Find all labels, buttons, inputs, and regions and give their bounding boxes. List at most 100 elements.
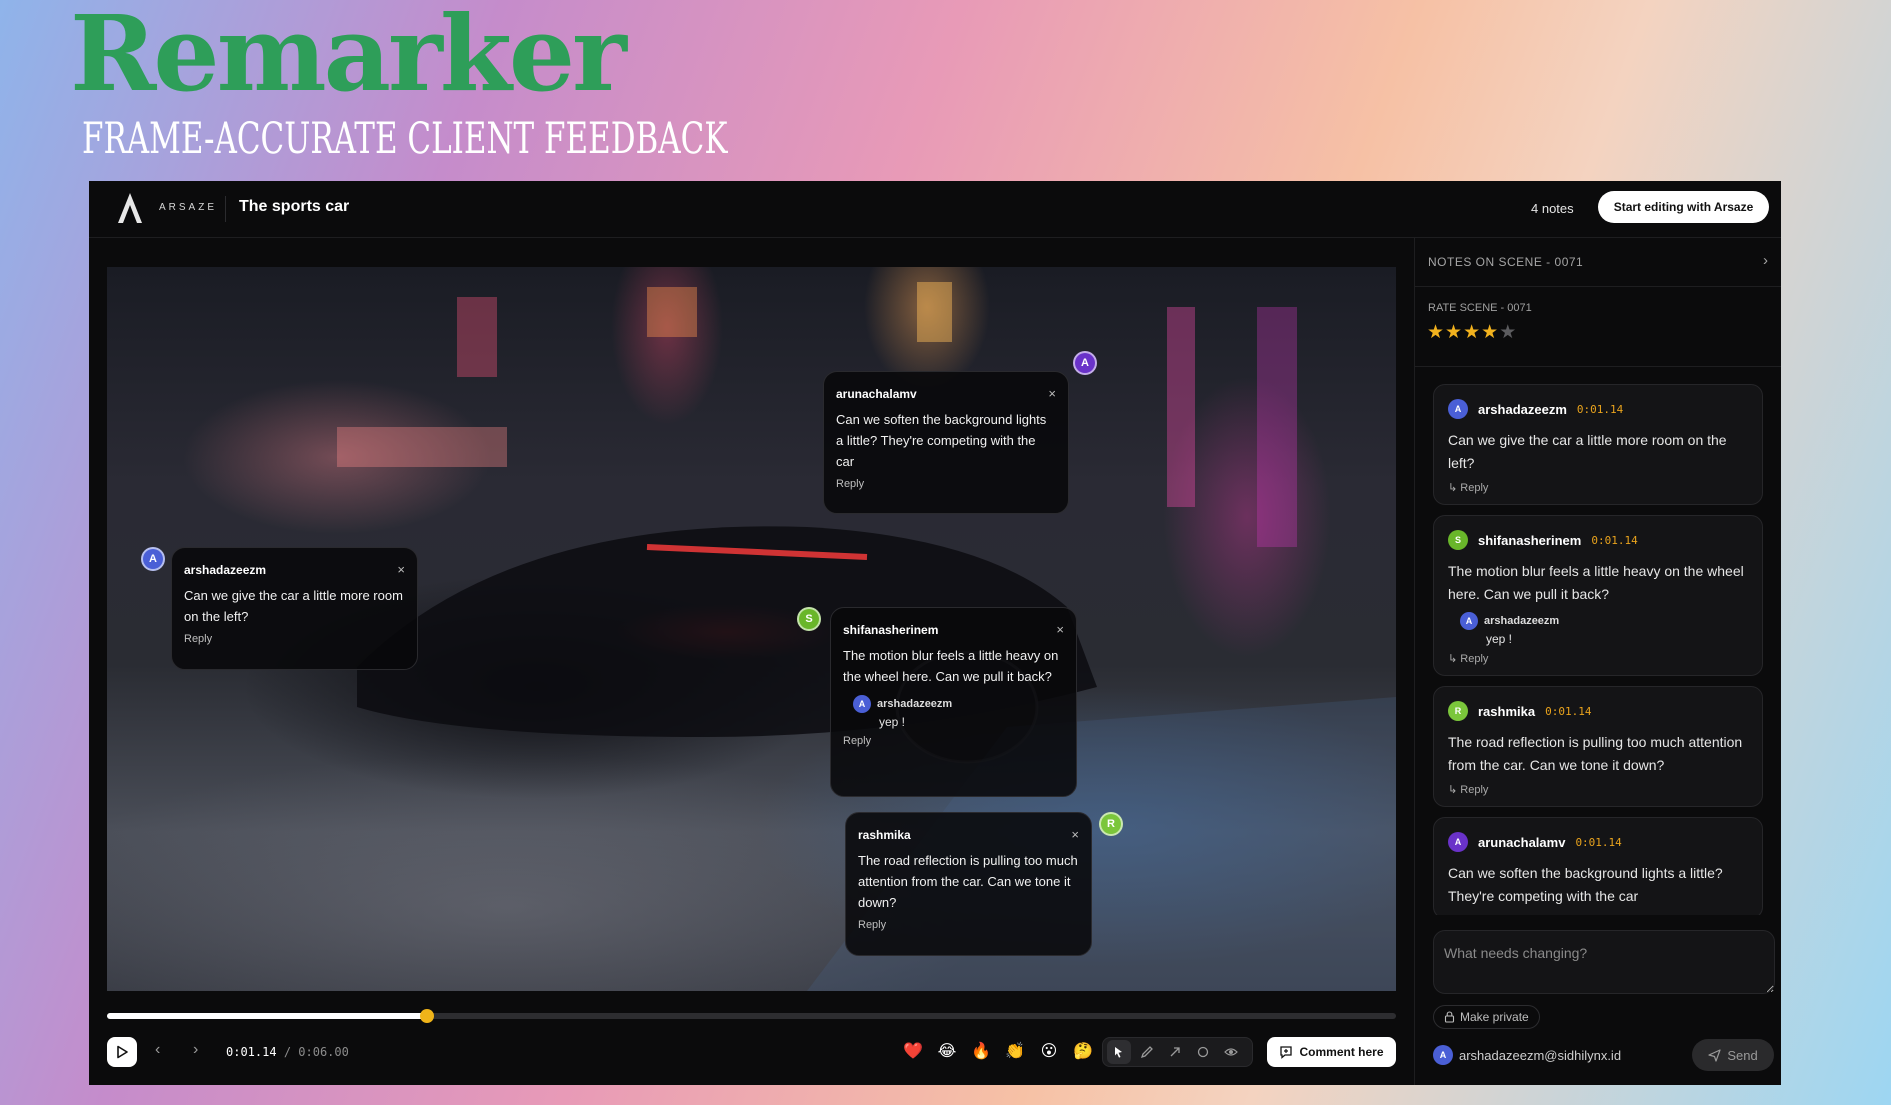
comment-pin-arshadazeezm[interactable]: A [141, 547, 165, 571]
star-icon[interactable]: ★ [1481, 321, 1498, 344]
note-author: rashmika [1478, 703, 1536, 719]
heart-emoji-button[interactable]: ❤️ [901, 1039, 925, 1063]
reply-link[interactable]: Reply [843, 735, 1064, 747]
comment-pin-arunachalamv[interactable]: A [1073, 351, 1097, 375]
note-input[interactable] [1434, 931, 1774, 993]
notes-list: A arshadazeezm 0:01.14 Can we give the c… [1433, 384, 1763, 915]
make-private-toggle[interactable]: Make private [1433, 1005, 1540, 1029]
avatar: A [1460, 612, 1478, 630]
star-icon[interactable]: ★ [1445, 321, 1462, 344]
timeline-progress [107, 1013, 427, 1019]
reply-link[interactable]: ↳ Reply [1448, 481, 1748, 494]
overlay-comment-arunachalamv[interactable]: arunachalamv × Can we soften the backgro… [823, 371, 1069, 514]
divider [1415, 366, 1781, 367]
comment-here-label: Comment here [1299, 1045, 1384, 1059]
note-timestamp[interactable]: 0:01.14 [1545, 705, 1591, 718]
player-controls: ‹ › 0:01.14 / 0:06.00 ❤️ 😂 🔥 👏 😮 🤔 Comme… [89, 991, 1396, 1085]
rate-scene-label: RATE SCENE - 0071 [1428, 302, 1532, 314]
project-title: The sports car [239, 198, 350, 215]
current-user: A arshadazeezm@sidhilynx.id [1433, 1045, 1621, 1065]
laugh-emoji-button[interactable]: 😂 [935, 1039, 959, 1063]
close-icon[interactable]: × [1048, 386, 1056, 401]
start-editing-button[interactable]: Start editing with Arsaze [1598, 191, 1769, 223]
comment-text: Can we soften the background lights a li… [836, 412, 1047, 469]
comment-thread-reply: A arshadazeezm yep ! [853, 695, 1064, 729]
circle-tool-icon[interactable] [1191, 1040, 1215, 1064]
reply-link[interactable]: ↳ Reply [1448, 783, 1748, 796]
comment-pin-shifanasherinem[interactable]: S [797, 607, 821, 631]
close-icon[interactable]: × [397, 562, 405, 577]
time-separator: / [283, 1045, 292, 1059]
note-card[interactable]: A arunachalamv 0:01.14 Can we soften the… [1433, 817, 1763, 915]
comment-pin-rashmika[interactable]: R [1099, 812, 1123, 836]
note-text: The road reflection is pulling too much … [1448, 734, 1743, 773]
annotation-tools [1102, 1037, 1253, 1067]
play-button[interactable] [107, 1037, 137, 1067]
star-icon[interactable]: ★ [1463, 321, 1480, 344]
chevron-right-icon[interactable]: › [1763, 252, 1768, 269]
note-timestamp[interactable]: 0:01.14 [1575, 836, 1621, 849]
reply-link[interactable]: Reply [184, 633, 405, 645]
note-card[interactable]: R rashmika 0:01.14 The road reflection i… [1433, 686, 1763, 807]
reply-link[interactable]: ↳ Reply [1448, 652, 1748, 665]
note-text: The motion blur feels a little heavy on … [1448, 563, 1744, 602]
send-icon [1708, 1048, 1721, 1062]
fire-emoji-button[interactable]: 🔥 [969, 1039, 993, 1063]
avatar: A [1433, 1045, 1453, 1065]
overlay-comment-shifanasherinem[interactable]: shifanasherinem × The motion blur feels … [830, 607, 1077, 797]
comment-author: rashmika [858, 827, 911, 842]
timeline-scrubber[interactable] [107, 1009, 1396, 1023]
header-divider [225, 196, 226, 222]
comment-here-button[interactable]: Comment here [1267, 1037, 1396, 1067]
eye-tool-icon[interactable] [1219, 1040, 1243, 1064]
send-button[interactable]: Send [1692, 1039, 1774, 1071]
star-icon[interactable]: ★ [1427, 321, 1444, 344]
arsaze-logo-icon [118, 193, 142, 223]
reply-label: Reply [1460, 482, 1489, 494]
sidebar-title: NOTES ON SCENE - 0071 [1428, 255, 1584, 269]
star-icon[interactable]: ★ [1499, 321, 1516, 344]
reply-link[interactable]: Reply [858, 919, 1079, 931]
comment-author: arshadazeezm [184, 562, 267, 577]
video-frame[interactable]: A arunachalamv × Can we soften the backg… [107, 267, 1396, 991]
pencil-tool-icon[interactable] [1135, 1040, 1159, 1064]
comment-icon [1280, 1046, 1293, 1059]
clap-emoji-button[interactable]: 👏 [1003, 1039, 1027, 1063]
close-icon[interactable]: × [1071, 827, 1079, 842]
note-thread-reply: A arshadazeezm yep ! [1460, 612, 1748, 646]
note-author: arshadazeezm [1478, 401, 1567, 417]
avatar: A [1448, 399, 1468, 419]
notes-sidebar: NOTES ON SCENE - 0071 › RATE SCENE - 007… [1414, 238, 1781, 1085]
thread-author: arshadazeezm [1484, 615, 1560, 627]
note-text: Can we give the car a little more room o… [1448, 432, 1727, 471]
notes-count[interactable]: 4 notes [1531, 201, 1574, 216]
arrow-tool-icon[interactable] [1163, 1040, 1187, 1064]
playhead-handle[interactable] [419, 1009, 434, 1023]
top-bar: ARSAZE The sports car 4 notes Start edit… [89, 181, 1781, 238]
select-tool-icon[interactable] [1107, 1040, 1131, 1064]
note-timestamp[interactable]: 0:01.14 [1577, 403, 1623, 416]
reply-label: Reply [1460, 653, 1489, 665]
note-card[interactable]: A arshadazeezm 0:01.14 Can we give the c… [1433, 384, 1763, 505]
current-time: 0:01.14 [226, 1045, 277, 1059]
thinking-emoji-button[interactable]: 🤔 [1071, 1039, 1095, 1063]
note-author: shifanasherinem [1478, 532, 1582, 548]
brand-tagline: FRAME-ACCURATE CLIENT FEEDBACK [82, 114, 728, 164]
reply-label: Reply [1460, 784, 1489, 796]
send-label: Send [1727, 1047, 1758, 1063]
close-icon[interactable]: × [1056, 622, 1064, 637]
comment-text: Can we give the car a little more room o… [184, 588, 403, 624]
timecode: 0:01.14 / 0:06.00 [226, 1045, 349, 1059]
surprised-emoji-button[interactable]: 😮 [1037, 1039, 1061, 1063]
thread-author: arshadazeezm [877, 698, 953, 710]
note-timestamp[interactable]: 0:01.14 [1591, 534, 1637, 547]
next-frame-icon[interactable]: › [193, 1041, 198, 1059]
star-rating[interactable]: ★ ★ ★ ★ ★ [1427, 321, 1516, 344]
overlay-comment-rashmika[interactable]: rashmika × The road reflection is pullin… [845, 812, 1092, 956]
note-card[interactable]: S shifanasherinem 0:01.14 The motion blu… [1433, 515, 1763, 676]
reply-link[interactable]: Reply [836, 478, 1056, 490]
overlay-comment-arshadazeezm[interactable]: arshadazeezm × Can we give the car a lit… [171, 547, 418, 670]
previous-frame-icon[interactable]: ‹ [155, 1041, 160, 1059]
avatar: S [1448, 530, 1468, 550]
comment-text: The motion blur feels a little heavy on … [843, 648, 1059, 684]
